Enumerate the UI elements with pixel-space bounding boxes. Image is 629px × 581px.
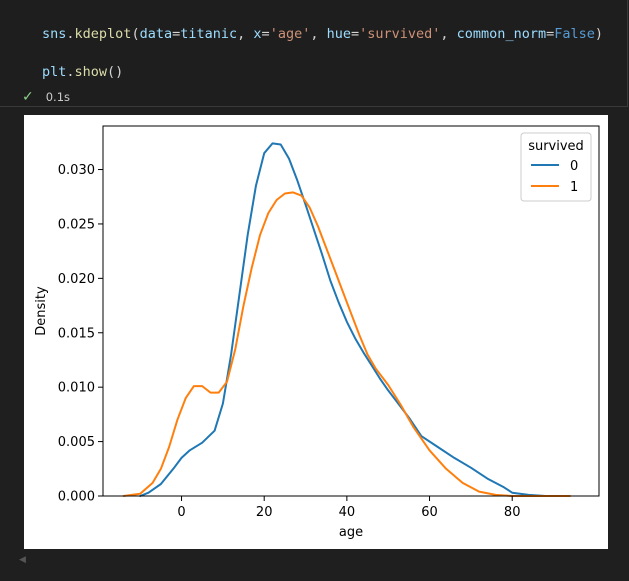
y-tick-label: 0.030	[58, 163, 95, 178]
code-token: =	[350, 26, 360, 42]
code-token: sns	[42, 26, 67, 42]
code-token: common_norm	[456, 26, 547, 42]
code-token: ,	[440, 26, 457, 42]
code-token: ()	[107, 64, 124, 80]
code-token: kdeplot	[74, 26, 132, 42]
x-tick-label: 40	[339, 505, 356, 520]
y-tick-label: 0.010	[58, 381, 95, 396]
code-token: ,	[310, 26, 327, 42]
y-tick-label: 0.025	[58, 217, 95, 232]
kde-chart: 0 20 40 60 80 0.000 0.005 0.010 0.015 0.020 0.025 0…	[34, 125, 600, 540]
code-token: hue	[326, 26, 351, 42]
code-token: )	[594, 26, 603, 42]
cell-output: 0 20 40 60 80 0.000 0.005 0.010 0.015 0.020 0.025 0…	[24, 115, 608, 549]
check-icon: ✓	[22, 89, 34, 105]
x-tick-label: 80	[504, 505, 521, 520]
code-token: =	[546, 26, 555, 42]
x-axis-label: age	[339, 525, 363, 540]
y-axis-label: Density	[34, 286, 49, 336]
notebook-cell[interactable]: sns.kdeplot(data=titanic, x='age', hue='…	[0, 0, 628, 107]
execution-time: 0.1s	[45, 90, 71, 104]
y-tick-label: 0.015	[58, 326, 95, 341]
legend-label-1: 1	[570, 180, 578, 195]
legend-title: survived	[528, 139, 584, 154]
code-line-2[interactable]: plt.show()	[42, 64, 123, 80]
code-token: x	[253, 26, 262, 42]
code-token: plt	[42, 64, 67, 80]
y-tick-label: 0.020	[58, 272, 95, 287]
code-token: =	[172, 26, 181, 42]
series-line-0	[139, 142, 547, 497]
code-token: .	[66, 64, 75, 80]
code-token: show	[74, 64, 108, 80]
execution-status: ✓ 0.1s	[22, 89, 70, 105]
code-token: .	[66, 26, 75, 42]
x-tick-label: 60	[421, 505, 438, 520]
y-tick-label: 0.005	[58, 435, 95, 450]
scroll-left-icon[interactable]: ◀	[19, 555, 26, 565]
code-token: (	[131, 26, 140, 42]
code-token: =	[261, 26, 270, 42]
code-token: False	[554, 26, 595, 42]
code-token: 'age'	[269, 26, 311, 42]
x-tick-label: 0	[177, 505, 185, 520]
y-tick-label: 0.000	[58, 490, 95, 505]
code-token: titanic	[180, 26, 238, 42]
code-token: 'survived'	[359, 26, 441, 42]
code-token: ,	[237, 26, 254, 42]
code-token: data	[139, 26, 173, 42]
legend-label-0: 0	[570, 159, 578, 174]
code-line-1[interactable]: sns.kdeplot(data=titanic, x='age', hue='…	[42, 26, 603, 42]
x-tick-label: 20	[256, 505, 273, 520]
